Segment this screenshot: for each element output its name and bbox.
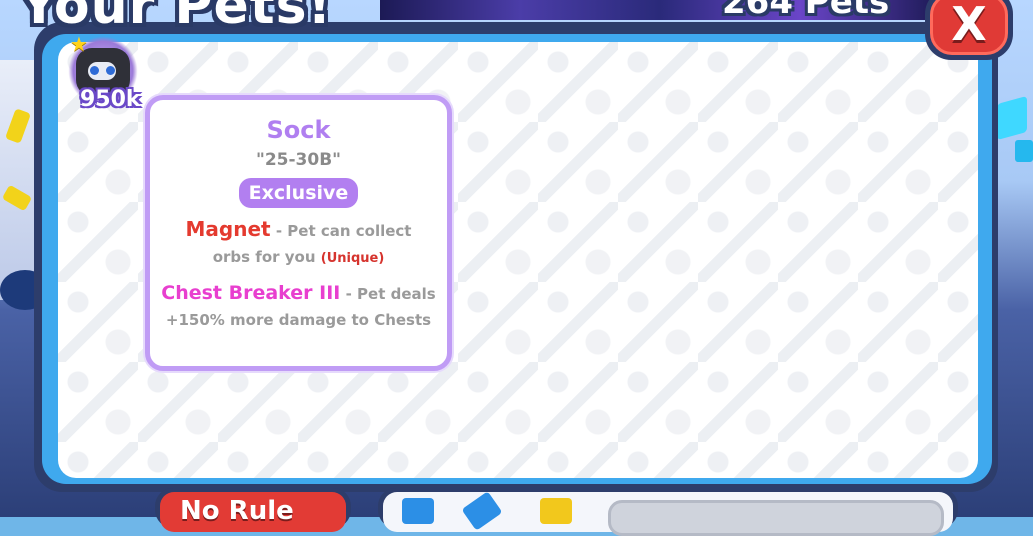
search-input[interactable] bbox=[608, 500, 944, 536]
close-button[interactable]: X bbox=[925, 0, 1013, 60]
pet-value: 950k bbox=[80, 87, 141, 112]
pet-name: Sock bbox=[266, 116, 331, 144]
pet-nickname: "25-30B" bbox=[255, 150, 342, 170]
rule-button[interactable]: No Rule bbox=[155, 488, 351, 532]
enchant-name: Magnet bbox=[185, 217, 271, 241]
enchant-desc: orbs for you bbox=[212, 248, 316, 266]
rule-button-label: No Rule bbox=[180, 496, 294, 526]
background-gem bbox=[1015, 140, 1033, 162]
pet-count: 264 Pets bbox=[722, 0, 890, 22]
star-icon: ★ bbox=[70, 32, 88, 56]
close-icon: X bbox=[951, 0, 987, 51]
trash-icon[interactable] bbox=[402, 498, 434, 524]
enchant-desc: +150% more damage to Chests bbox=[165, 311, 432, 329]
enchant-desc: - Pet can collect bbox=[270, 222, 412, 240]
enchant-desc: - Pet deals bbox=[340, 285, 436, 303]
pet-tooltip: Sock "25-30B" Exclusive Magnet - Pet can… bbox=[145, 95, 452, 371]
enchant-name: Chest Breaker III bbox=[161, 282, 341, 304]
pet-eye bbox=[90, 66, 99, 75]
enchant-magnet: Magnet - Pet can collect orbs for you (U… bbox=[150, 216, 447, 272]
box-icon[interactable] bbox=[540, 498, 572, 524]
window-title: Your Pets! bbox=[20, 0, 333, 36]
enchant-chest-breaker: Chest Breaker III - Pet deals +150% more… bbox=[150, 280, 447, 333]
pet-eye bbox=[106, 66, 115, 75]
unique-tag: (Unique) bbox=[320, 251, 385, 266]
rarity-badge: Exclusive bbox=[238, 178, 359, 208]
